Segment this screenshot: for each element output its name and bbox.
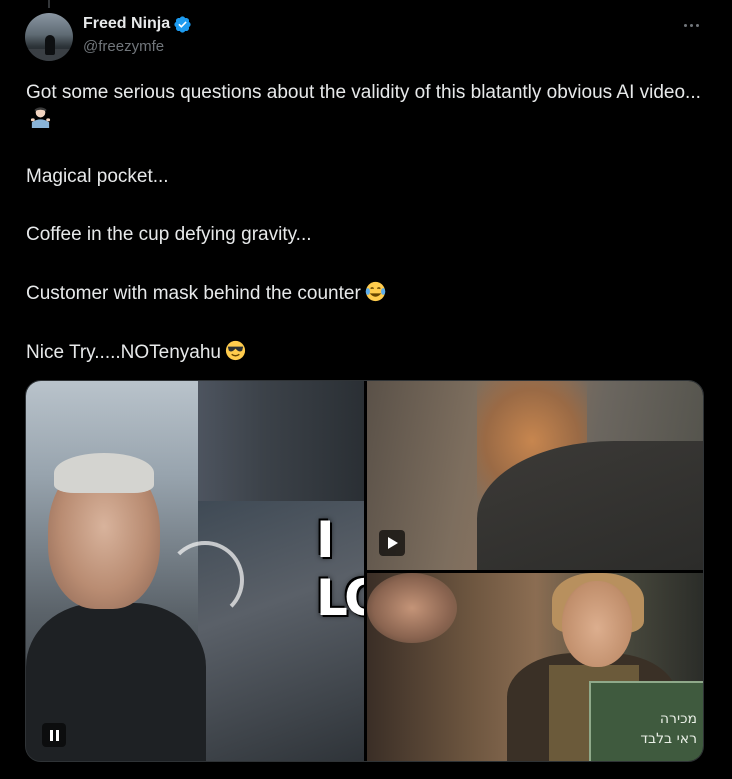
video-blurred-foreground xyxy=(367,573,457,643)
video-person-hair xyxy=(54,453,154,493)
sign-text-line: מכירה xyxy=(659,711,697,727)
video-top-right[interactable] xyxy=(367,381,703,570)
tweet-line-text: Magical pocket... xyxy=(26,166,169,187)
pause-icon xyxy=(55,729,59,741)
tweet-line: Got some serious questions about the val… xyxy=(26,80,706,131)
smiling-face-with-sunglasses-emoji-icon xyxy=(225,340,246,361)
video-counter-sign: מכירה ראי בלבד xyxy=(589,681,703,761)
tweet-text: Got some serious questions about the val… xyxy=(26,80,706,365)
tweet-line: Coffee in the cup defying gravity... xyxy=(26,222,706,247)
video-swirl-overlay xyxy=(166,541,244,619)
video-main[interactable]: I LO xyxy=(26,381,364,761)
more-options-icon xyxy=(689,23,693,27)
video-overlay-text: I LO xyxy=(316,511,364,627)
name-row: Freed Ninja xyxy=(83,14,192,34)
tweet-card[interactable]: Freed Ninja @freezymfe Got some serious … xyxy=(0,0,732,779)
verified-badge-icon[interactable] xyxy=(173,15,192,34)
video-bottom-right[interactable]: מכירה ראי בלבד xyxy=(367,573,703,761)
user-info: Freed Ninja @freezymfe xyxy=(83,14,192,55)
pause-button[interactable] xyxy=(42,723,66,747)
tweet-line: Customer with mask behind the counter xyxy=(26,280,706,306)
avatar-figure xyxy=(45,35,55,55)
thread-connector-line xyxy=(48,0,50,8)
more-options-icon xyxy=(683,23,687,27)
play-button[interactable] xyxy=(379,530,405,556)
tweet-line: Magical pocket... xyxy=(26,164,706,189)
man-shrugging-emoji-icon xyxy=(30,107,51,128)
more-options-button[interactable] xyxy=(680,14,702,36)
tweet-line-text: Got some serious questions about the val… xyxy=(26,82,701,103)
pause-icon xyxy=(49,729,53,741)
tweet-line-text: Coffee in the cup defying gravity... xyxy=(26,224,312,245)
tweet-line-text: Customer with mask behind the counter xyxy=(26,283,361,304)
media-grid[interactable]: I LO מכירה ראי בלבד xyxy=(25,380,704,762)
more-options-icon xyxy=(695,23,699,27)
play-icon xyxy=(388,537,398,549)
display-name[interactable]: Freed Ninja xyxy=(83,15,170,33)
face-with-tears-of-joy-emoji-icon xyxy=(365,281,386,302)
video-barista-head xyxy=(562,581,632,667)
sign-text-line: ראי בלבד xyxy=(640,731,697,747)
tweet-line-text: Nice Try.....NOTenyahu xyxy=(26,342,221,363)
avatar[interactable] xyxy=(25,13,73,61)
tweet-line: Nice Try.....NOTenyahu xyxy=(26,339,706,365)
user-handle[interactable]: @freezymfe xyxy=(83,38,192,55)
